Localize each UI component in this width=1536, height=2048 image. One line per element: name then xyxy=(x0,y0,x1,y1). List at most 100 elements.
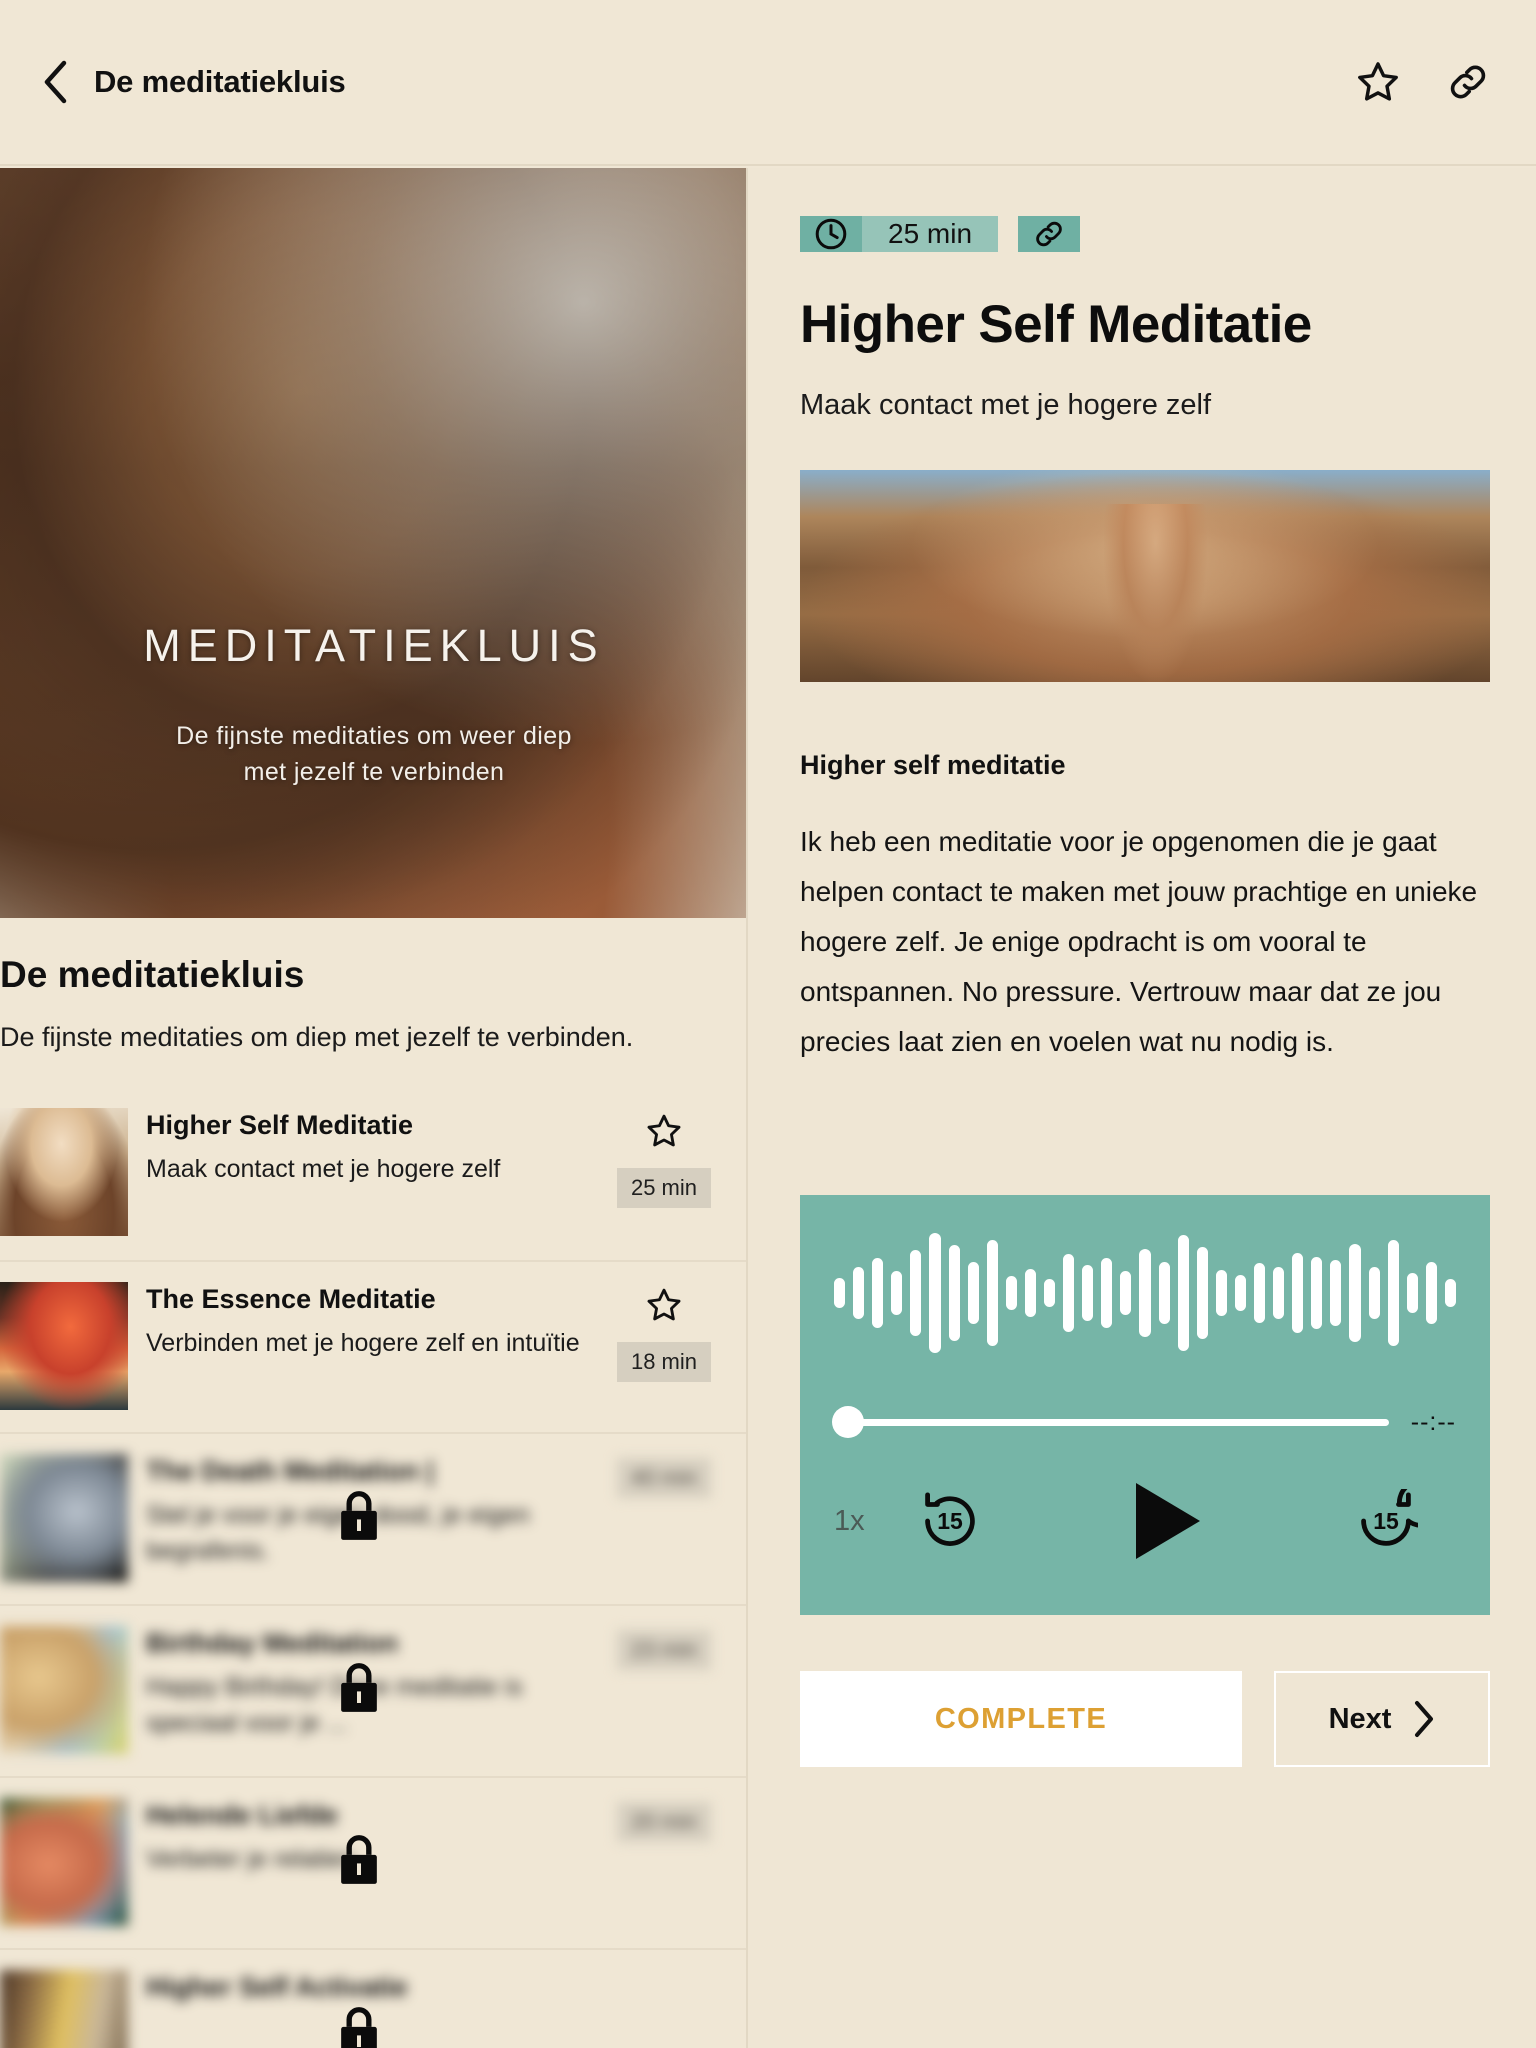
lock-icon xyxy=(341,2007,377,2048)
lesson-thumbnail xyxy=(0,1970,128,2048)
waveform-bar xyxy=(1120,1271,1132,1315)
waveform-bar xyxy=(833,1278,846,1308)
lesson-subtitle: Maak contact met je hogere zelf xyxy=(800,389,1212,421)
cover-subtitle-line2: met jezelf te verbinden xyxy=(243,758,505,786)
lesson-lock-badge xyxy=(332,2004,386,2048)
favorite-button[interactable] xyxy=(1354,58,1402,106)
section-body-text: Ik heb een meditatie voor je opgenomen d… xyxy=(800,826,1478,1057)
lesson-list-item[interactable]: The Death Meditation | Stel je voor je ei… xyxy=(0,1432,746,1604)
waveform-bar xyxy=(1082,1265,1094,1321)
lesson-duration-chip: 18 min xyxy=(616,1342,712,1382)
waveform-bar xyxy=(1234,1275,1247,1311)
cover-photo xyxy=(0,168,746,918)
course-cover-image: MEDITATIEKLUIS De fijnste meditaties om … xyxy=(0,168,746,918)
lesson-item-subtitle: Verbinden met je hogere zelf en intuïtie xyxy=(146,1329,580,1357)
cover-title: MEDITATIEKLUIS xyxy=(143,620,605,671)
waveform-bar xyxy=(1444,1279,1457,1307)
player-controls: 1x 15 15 xyxy=(834,1453,1456,1615)
share-link-button[interactable] xyxy=(1444,58,1492,106)
clock-icon-wrap xyxy=(800,216,862,252)
rewind-15-button[interactable]: 15 xyxy=(918,1489,982,1553)
lesson-duration-chip: 25 min xyxy=(616,1168,712,1208)
main-body: MEDITATIEKLUIS De fijnste meditaties om … xyxy=(0,168,1536,2048)
complete-button[interactable]: COMPLETE xyxy=(800,1671,1242,1767)
waveform-bar xyxy=(853,1267,865,1319)
lesson-duration-chip: 23 min xyxy=(616,1630,712,1670)
clock-icon xyxy=(815,218,847,250)
forward-15-button[interactable]: 15 xyxy=(1354,1478,1447,1553)
cover-subtitle-line1: De fijnste meditaties om weer diep xyxy=(176,722,572,750)
progress-thumb[interactable] xyxy=(832,1406,864,1438)
waveform-bar xyxy=(1043,1279,1056,1307)
lesson-list-item[interactable]: The Essence Meditatie Verbinden met je ho… xyxy=(0,1260,746,1432)
lesson-item-title: Higher Self Activatie xyxy=(146,1972,408,2002)
playback-speed-button[interactable]: 1x xyxy=(834,1505,912,1538)
audio-waveform xyxy=(833,1195,1457,1391)
waveform-bar xyxy=(910,1250,922,1336)
next-button-label: Next xyxy=(1328,1702,1392,1735)
star-outline-icon xyxy=(1358,62,1398,101)
waveform-bar xyxy=(1215,1270,1227,1316)
lesson-video-thumbnail[interactable] xyxy=(800,470,1490,682)
lesson-item-title: The Death Meditation | xyxy=(146,1456,435,1486)
waveform-bar xyxy=(1406,1273,1418,1313)
app-header: De meditatiekluis xyxy=(0,0,1536,166)
waveform-bar xyxy=(1368,1267,1380,1319)
lesson-meta-row: 25 min xyxy=(800,216,1484,252)
star-outline-icon xyxy=(647,1114,681,1147)
lesson-duration-chip: 40 min xyxy=(616,1458,712,1498)
lesson-item-title: Birthday Meditation xyxy=(146,1628,399,1658)
cover-overlay-text: MEDITATIEKLUIS De fijnste meditaties om … xyxy=(0,620,746,790)
lesson-list-item[interactable]: Birthday Meditation Happy Birthday! Deze … xyxy=(0,1604,746,1776)
waveform-bar xyxy=(1139,1249,1151,1337)
lesson-favorite-button[interactable] xyxy=(645,1286,683,1324)
chevron-left-icon xyxy=(44,60,67,104)
next-button[interactable]: Next xyxy=(1274,1671,1490,1767)
back-button[interactable] xyxy=(34,56,76,108)
course-description: De fijnste meditaties om diep met jezelf… xyxy=(0,1022,634,1052)
lesson-item-title: Higher Self Meditatie xyxy=(146,1110,414,1140)
waveform-bar xyxy=(967,1262,979,1324)
lesson-favorite-button[interactable] xyxy=(645,1112,683,1150)
link-icon xyxy=(1036,221,1062,247)
play-button[interactable] xyxy=(982,1479,1354,1563)
waveform-bar xyxy=(1311,1257,1323,1329)
lesson-item-subtitle: Maak contact met je hogere zelf xyxy=(146,1155,501,1183)
duration-badge: 25 min xyxy=(800,216,999,252)
lesson-list-item[interactable]: Higher Self Meditatie Maak contact met je… xyxy=(0,1088,746,1260)
lesson-item-meta: 18 min xyxy=(604,1282,724,1382)
lesson-list-item[interactable]: Helende Liefde Verbeter je relaties 20 min xyxy=(0,1776,746,1948)
progress-slider[interactable] xyxy=(832,1406,1389,1438)
forward-15-label: 15 xyxy=(1373,1507,1399,1534)
lesson-list-item[interactable]: Higher Self Activatie xyxy=(0,1948,746,2048)
waveform-bar xyxy=(1330,1260,1342,1326)
section-heading: Higher self meditatie xyxy=(800,750,1066,780)
lesson-item-text: The Essence Meditatie Verbinden met je ho… xyxy=(146,1282,604,1361)
duration-value: 25 min xyxy=(862,216,999,252)
header-actions xyxy=(1354,58,1492,106)
waveform-bar xyxy=(1387,1240,1399,1346)
waveform-bar xyxy=(1005,1276,1017,1310)
cover-subtitle: De fijnste meditaties om weer diep met j… xyxy=(0,718,746,790)
rewind-15-label: 15 xyxy=(937,1507,963,1534)
lesson-item-meta xyxy=(604,1970,724,1974)
waveform-bar xyxy=(1177,1235,1189,1351)
lesson-thumbnail xyxy=(0,1108,128,1236)
waveform-bar xyxy=(872,1258,884,1328)
waveform-bar xyxy=(948,1245,960,1341)
copy-link-button[interactable] xyxy=(1018,216,1081,252)
course-title: De meditatiekluis xyxy=(0,954,305,995)
progress-row: --:-- xyxy=(832,1391,1456,1453)
lesson-item-meta: 25 min xyxy=(604,1108,724,1208)
waveform-bar xyxy=(1349,1244,1361,1342)
waveform-bar xyxy=(1292,1253,1304,1333)
lesson-thumbnail xyxy=(0,1282,128,1410)
link-icon xyxy=(1450,65,1486,99)
time-display: --:-- xyxy=(1410,1407,1456,1436)
course-sidebar: MEDITATIEKLUIS De fijnste meditaties om … xyxy=(0,168,748,2048)
page-title: De meditatiekluis xyxy=(94,64,346,99)
waveform-bar xyxy=(1196,1247,1208,1339)
audio-player: --:-- 1x 15 15 xyxy=(800,1195,1490,1615)
lock-icon xyxy=(341,1491,377,1540)
waveform-bar xyxy=(891,1271,903,1315)
